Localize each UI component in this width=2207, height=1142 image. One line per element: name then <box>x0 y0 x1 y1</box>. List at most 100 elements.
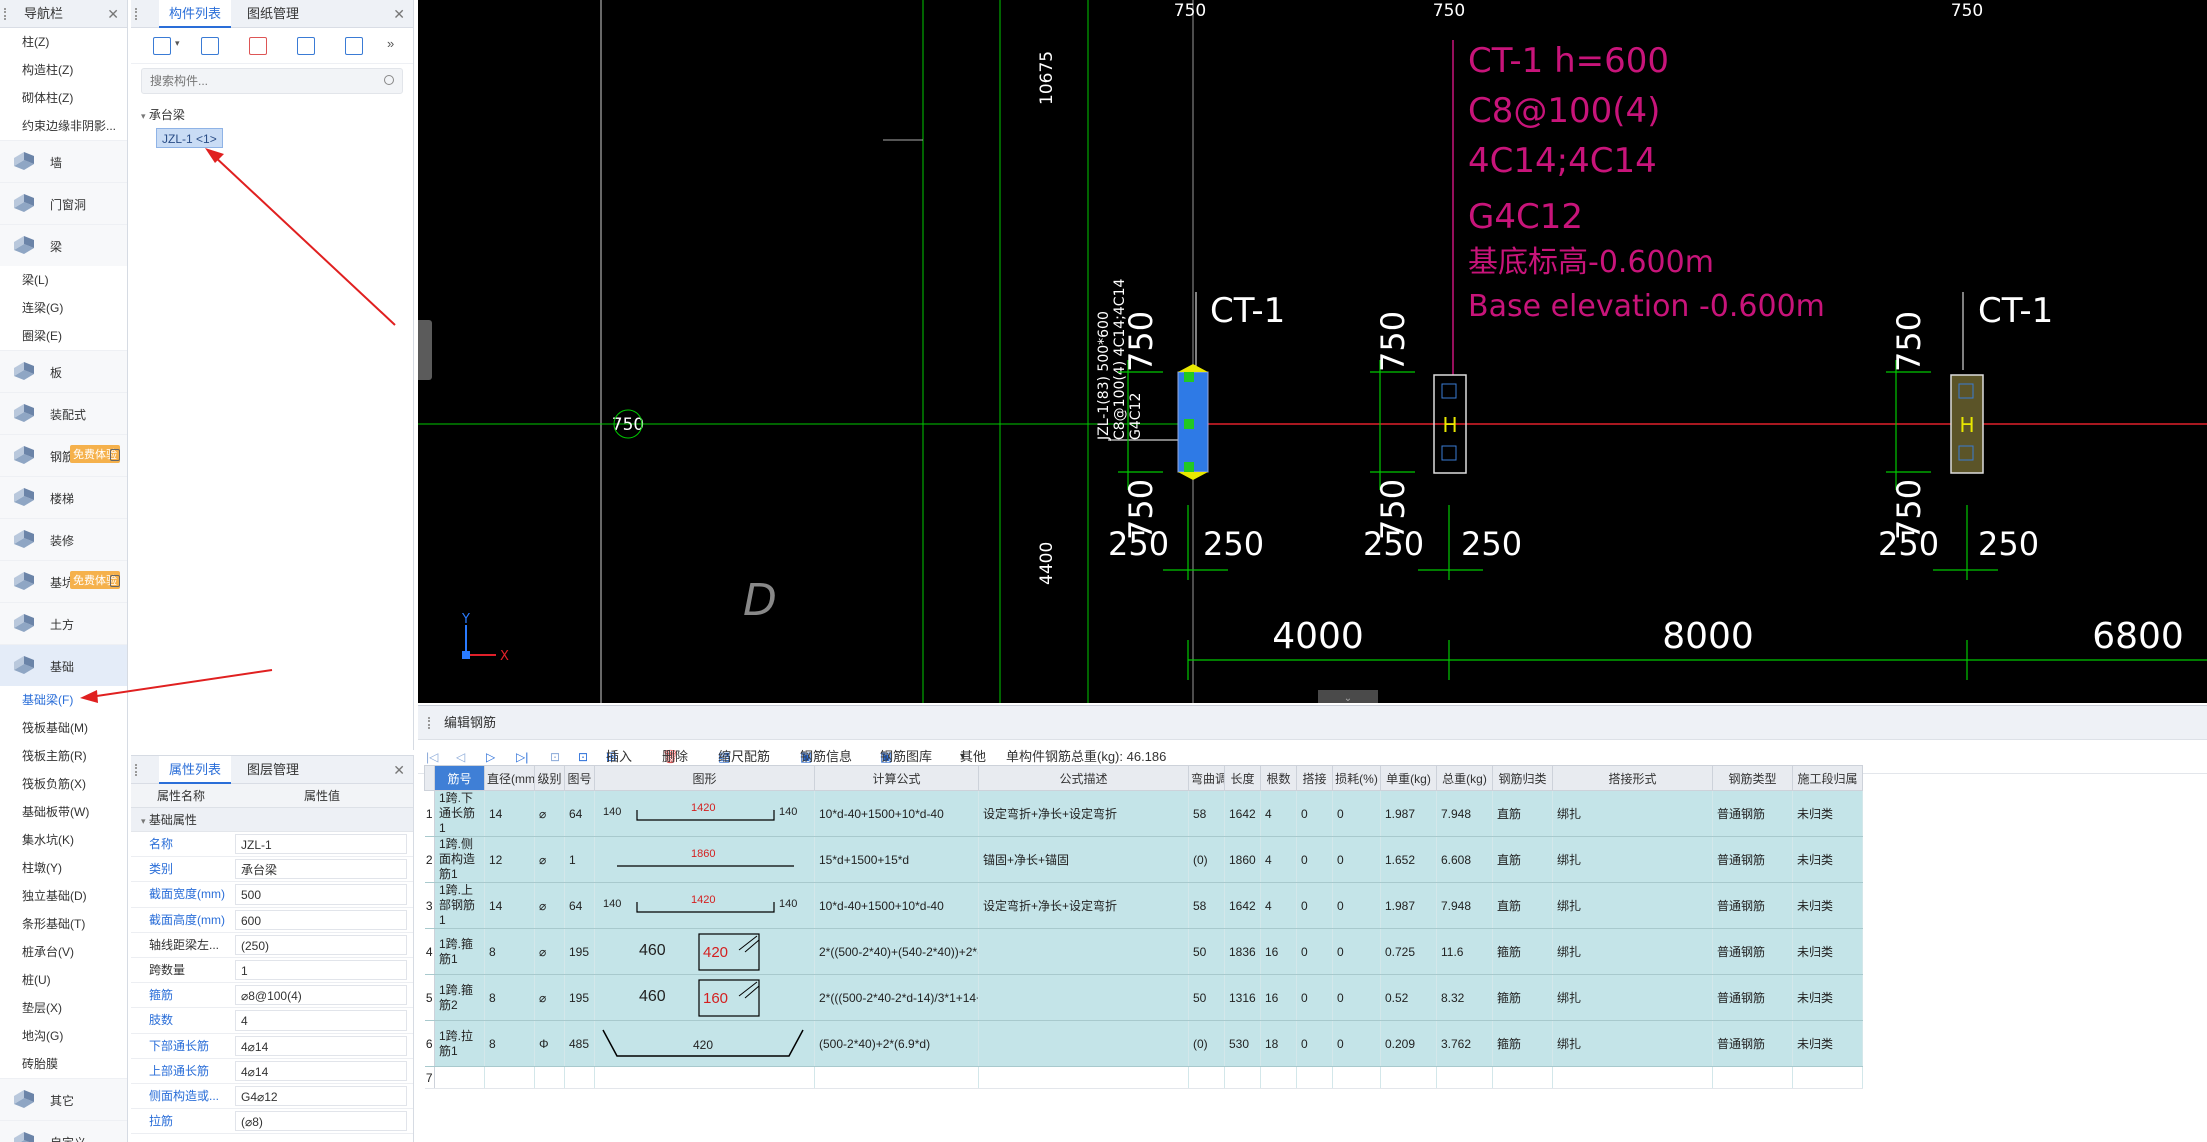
table-cell[interactable]: 8.32 <box>1436 974 1493 1021</box>
nav-item[interactable]: 圈梁(E) <box>0 322 127 350</box>
table-cell[interactable] <box>1380 1066 1437 1089</box>
table-cell[interactable]: 11.6 <box>1436 928 1493 975</box>
column-header[interactable]: 直径(mm) <box>484 765 535 791</box>
table-cell[interactable]: 未归类 <box>1792 974 1863 1021</box>
drag-grip-icon[interactable] <box>135 764 139 776</box>
table-cell[interactable]: 未归类 <box>1792 928 1863 975</box>
nav-item[interactable]: 砌体柱(Z) <box>0 84 127 112</box>
property-value[interactable]: (⌀8) <box>235 1111 407 1132</box>
nav-item[interactable]: 条形基础(T) <box>0 910 127 938</box>
table-cell[interactable]: 0 <box>1296 790 1333 837</box>
table-cell[interactable]: 箍筋 <box>1492 1020 1553 1067</box>
table-cell[interactable]: 1836 <box>1224 928 1261 975</box>
table-cell[interactable]: 绑扎 <box>1552 974 1713 1021</box>
column-header[interactable]: 图号 <box>564 765 595 791</box>
nav-category[interactable]: 板 <box>0 350 127 392</box>
table-cell[interactable] <box>978 974 1189 1021</box>
nav-item[interactable]: 柱(Z) <box>0 28 127 56</box>
column-header[interactable]: 筋号 <box>434 765 485 791</box>
more-icon[interactable]: » <box>387 36 394 51</box>
table-cell[interactable]: 4 <box>1260 790 1297 837</box>
tab-component-list[interactable]: 构件列表 <box>159 0 231 28</box>
table-cell[interactable]: Φ <box>534 1020 565 1067</box>
table-cell[interactable]: 64 <box>564 790 595 837</box>
table-cell[interactable]: 绑扎 <box>1552 790 1713 837</box>
nav-item[interactable]: 约束边缘非阴影... <box>0 112 127 140</box>
table-cell[interactable]: 12 <box>484 836 535 883</box>
nav-item[interactable]: 垫层(X) <box>0 994 127 1022</box>
table-cell[interactable]: 0 <box>1332 974 1381 1021</box>
table-cell[interactable] <box>1552 1066 1713 1089</box>
table-cell[interactable]: 绑扎 <box>1552 836 1713 883</box>
table-cell[interactable]: 0.52 <box>1380 974 1437 1021</box>
nav-item[interactable]: 筏板负筋(X) <box>0 770 127 798</box>
collapse-arrow-icon[interactable]: ▾ <box>141 111 146 121</box>
table-cell[interactable] <box>534 1066 565 1089</box>
table-cell[interactable]: 16 <box>1260 974 1297 1021</box>
table-cell[interactable]: 箍筋 <box>1492 928 1553 975</box>
table-cell[interactable] <box>594 1066 815 1089</box>
property-value[interactable]: 600 <box>235 909 407 930</box>
table-cell[interactable]: 50 <box>1188 974 1225 1021</box>
table-cell[interactable]: 7.948 <box>1436 882 1493 929</box>
new-component-icon[interactable] <box>153 37 171 55</box>
table-cell[interactable]: 0.209 <box>1380 1020 1437 1067</box>
search-input[interactable] <box>142 69 362 93</box>
component-search[interactable] <box>141 68 403 94</box>
cad-drawing[interactable]: 750 750 750 750 10675 4400 D CT-1 h=600 … <box>418 0 2207 703</box>
nav-category[interactable]: 装配式 <box>0 392 127 434</box>
property-value[interactable]: G4⌀12 <box>235 1085 407 1107</box>
table-cell[interactable]: 1.652 <box>1380 836 1437 883</box>
table-cell[interactable]: 4 <box>1260 836 1297 883</box>
table-cell[interactable]: ⌀ <box>534 974 565 1021</box>
table-cell[interactable]: 58 <box>1188 790 1225 837</box>
table-cell[interactable] <box>1332 1066 1381 1089</box>
table-cell[interactable]: 14 <box>484 790 535 837</box>
tab-drawing-management[interactable]: 图纸管理 <box>237 0 309 28</box>
column-header[interactable]: 搭接形式 <box>1552 765 1713 791</box>
table-cell[interactable] <box>564 1066 595 1089</box>
column-header[interactable]: 计算公式 <box>814 765 979 791</box>
tab-layer-management[interactable]: 图层管理 <box>237 756 309 784</box>
table-cell[interactable]: 直筋 <box>1492 790 1553 837</box>
table-cell[interactable]: 0 <box>1296 1020 1333 1067</box>
table-row[interactable]: 1 1跨.下通长筋1 14 ⌀ 64 140 1420 140 10*d-40+1500+10*… <box>424 790 1863 837</box>
property-value[interactable]: (250) <box>235 934 407 955</box>
table-cell[interactable]: 绑扎 <box>1552 882 1713 929</box>
column-header[interactable]: 损耗(%) <box>1332 765 1381 791</box>
column-header[interactable]: 图形 <box>594 765 815 791</box>
nav-item[interactable]: 桩承台(V) <box>0 938 127 966</box>
column-header[interactable]: 单重(kg) <box>1380 765 1437 791</box>
table-cell[interactable]: 16 <box>1260 928 1297 975</box>
table-cell[interactable] <box>1436 1066 1493 1089</box>
column-header[interactable]: 弯曲调整 <box>1188 765 1225 791</box>
table-cell[interactable]: 0 <box>1332 836 1381 883</box>
table-cell[interactable]: 58 <box>1188 882 1225 929</box>
column-header[interactable]: 公式描述 <box>978 765 1189 791</box>
table-cell[interactable]: 195 <box>564 974 595 1021</box>
table-cell[interactable]: 普通钢筋 <box>1712 928 1793 975</box>
table-row[interactable]: 2 1跨.侧面构造筋1 12 ⌀ 1 1860 15*d+1500+15*d 锚固+净长+锚固… <box>424 836 1863 883</box>
table-cell[interactable]: 1.987 <box>1380 790 1437 837</box>
table-cell[interactable]: 8 <box>484 1020 535 1067</box>
close-icon[interactable]: ✕ <box>393 6 405 23</box>
collapse-arrow-icon[interactable]: ▾ <box>141 816 146 826</box>
nav-category[interactable]: 梁 <box>0 224 127 266</box>
table-row[interactable]: 4 1跨.箍筋1 8 ⌀ 195 460 420 2*((500-2*40)+(540-2*4… <box>424 928 1863 975</box>
table-cell[interactable] <box>1296 1066 1333 1089</box>
search-icon[interactable] <box>384 75 394 85</box>
table-cell[interactable]: 1860 <box>594 836 815 883</box>
table-cell[interactable]: 460 160 <box>594 974 815 1021</box>
property-value[interactable]: 承台梁 <box>235 859 407 880</box>
nav-item[interactable]: 基础板带(W) <box>0 798 127 826</box>
table-cell[interactable]: 普通钢筋 <box>1712 790 1793 837</box>
tree-item-jzl-1[interactable]: JZL-1 <1> <box>156 128 223 148</box>
table-cell[interactable] <box>1792 1066 1863 1089</box>
column-header[interactable]: 搭接 <box>1296 765 1333 791</box>
table-cell[interactable]: ⌀ <box>534 790 565 837</box>
table-cell[interactable] <box>978 1020 1189 1067</box>
table-row-empty[interactable]: 7 <box>424 1066 1863 1089</box>
table-cell[interactable]: 绑扎 <box>1552 928 1713 975</box>
table-cell[interactable]: 6.608 <box>1436 836 1493 883</box>
property-value[interactable]: 4⌀14 <box>235 1035 407 1056</box>
